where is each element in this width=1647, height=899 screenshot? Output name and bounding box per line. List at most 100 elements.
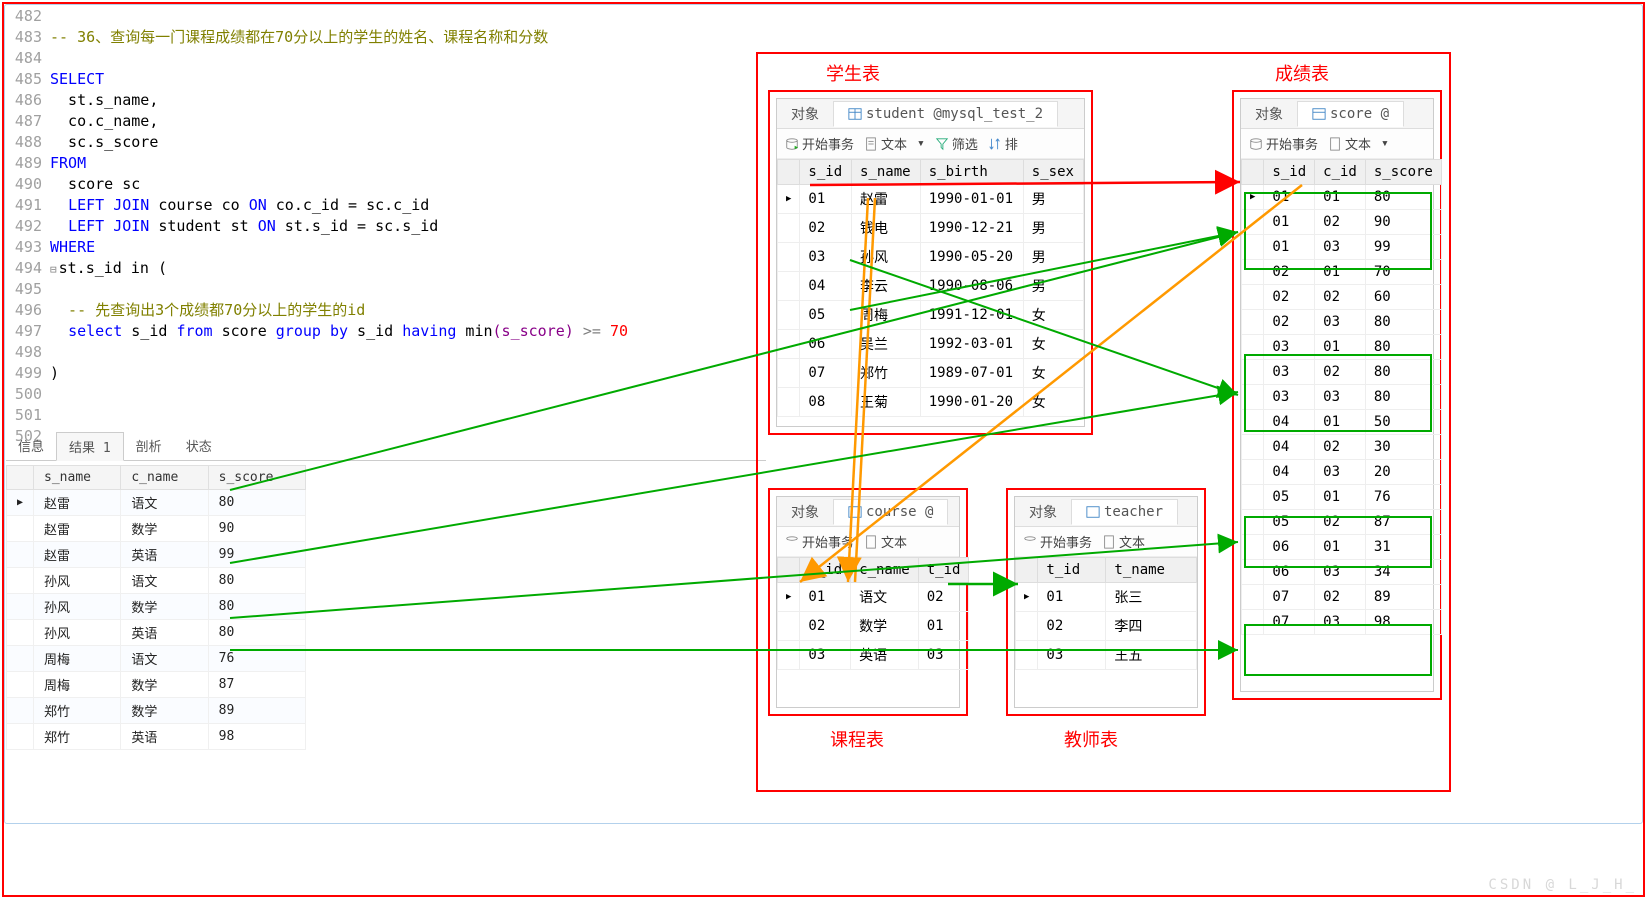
start-transaction-button[interactable]: 开始事务 <box>1023 532 1092 551</box>
doc-icon <box>864 535 878 549</box>
table-row[interactable]: 030280 <box>1242 360 1442 385</box>
panel-tab-student[interactable]: student @mysql_test_2 <box>833 101 1058 127</box>
tab-result1[interactable]: 结果 1 <box>56 432 124 461</box>
student-panel: 对象 student @mysql_test_2 开始事务 文本 ▾ 筛选 <box>776 98 1085 427</box>
table-row[interactable]: 05周梅1991-12-01女 <box>778 301 1084 330</box>
text-button[interactable]: 文本 <box>864 532 907 551</box>
panel-tab-objects[interactable]: 对象 <box>1015 498 1071 526</box>
sort-button[interactable]: 排 <box>988 134 1018 153</box>
text-button[interactable]: 文本 <box>1102 532 1145 551</box>
table-row[interactable]: 020170 <box>1242 260 1442 285</box>
score-data-table[interactable]: s_idc_ids_score▶010180010290010399020170… <box>1241 159 1442 635</box>
tab-profile[interactable]: 剖析 <box>124 432 174 460</box>
db-icon <box>1249 137 1263 151</box>
table-row[interactable]: 060334 <box>1242 560 1442 585</box>
table-icon <box>848 107 862 121</box>
doc-icon <box>864 137 878 151</box>
text-button[interactable]: 文本 <box>864 134 907 153</box>
watermark: CSDN @ L_J_H_ <box>1488 877 1637 893</box>
db-icon <box>785 535 799 549</box>
panel-tab-label: teacher <box>1104 504 1163 520</box>
table-row[interactable]: 06吴兰1992-03-01女 <box>778 330 1084 359</box>
filter-button[interactable]: 筛选 <box>935 134 978 153</box>
table-row[interactable]: 孙风语文80 <box>7 568 306 594</box>
course-panel: 对象 course @ 开始事务 文本 c_idc_namet_id▶01语文0… <box>776 496 960 708</box>
table-row[interactable]: ▶010180 <box>1242 185 1442 210</box>
panel-tab-score[interactable]: score @ <box>1297 101 1404 127</box>
table-row[interactable]: 郑竹英语98 <box>7 724 306 750</box>
table-row[interactable]: 04李云1990-08-06男 <box>778 272 1084 301</box>
table-row[interactable]: 赵雷英语99 <box>7 542 306 568</box>
table-row[interactable]: 02数学01 <box>778 612 969 641</box>
table-row[interactable]: 07郑竹1989-07-01女 <box>778 359 1084 388</box>
result-panel: 信息 结果 1 剖析 状态 s_namec_names_score▶赵雷语文80… <box>6 432 766 750</box>
table-row[interactable]: 050287 <box>1242 510 1442 535</box>
sql-code-editor[interactable]: 482483-- 36、查询每一门课程成绩都在70分以上的学生的姓名、课程名称和… <box>6 6 766 447</box>
table-row[interactable]: 孙风数学80 <box>7 594 306 620</box>
tab-info[interactable]: 信息 <box>6 432 56 460</box>
table-row[interactable]: 070289 <box>1242 585 1442 610</box>
panel-tab-label: course @ <box>866 504 933 520</box>
panel-tab-teacher[interactable]: teacher <box>1071 499 1178 525</box>
teacher-data-table[interactable]: t_idt_name▶01张三02李四03王五 <box>1015 557 1197 670</box>
label-course-table: 课程表 <box>830 726 884 752</box>
panel-tab-objects[interactable]: 对象 <box>1241 100 1297 128</box>
label-score-table: 成绩表 <box>1275 60 1329 86</box>
start-transaction-button[interactable]: 开始事务 <box>785 532 854 551</box>
table-row[interactable]: 郑竹数学89 <box>7 698 306 724</box>
table-row[interactable]: 孙风英语80 <box>7 620 306 646</box>
teacher-panel-box: 对象 teacher 开始事务 文本 t_idt_name▶01张三02李四03… <box>1006 488 1206 716</box>
start-transaction-button[interactable]: 开始事务 <box>785 134 854 153</box>
query-result-table[interactable]: s_namec_names_score▶赵雷语文80赵雷数学90赵雷英语99孙风… <box>6 465 306 750</box>
table-row[interactable]: 02李四 <box>1016 612 1197 641</box>
table-row[interactable]: 010290 <box>1242 210 1442 235</box>
panel-tab-course[interactable]: course @ <box>833 499 948 525</box>
score-panel-box: 对象 score @ 开始事务 文本 ▾ s_idc_ids_score▶010… <box>1232 90 1442 700</box>
result-tabs: 信息 结果 1 剖析 状态 <box>6 432 766 461</box>
label-student-table: 学生表 <box>826 60 880 86</box>
table-row[interactable]: 040230 <box>1242 435 1442 460</box>
table-row[interactable]: ▶01语文02 <box>778 583 969 612</box>
table-row[interactable]: 030180 <box>1242 335 1442 360</box>
panel-tab-objects[interactable]: 对象 <box>777 100 833 128</box>
table-row[interactable]: 030380 <box>1242 385 1442 410</box>
doc-icon <box>1328 137 1342 151</box>
course-data-table[interactable]: c_idc_namet_id▶01语文0202数学0103英语03 <box>777 557 969 670</box>
table-row[interactable]: 02钱电1990-12-21男 <box>778 214 1084 243</box>
table-row[interactable]: 03孙风1990-05-20男 <box>778 243 1084 272</box>
table-row[interactable]: 060131 <box>1242 535 1442 560</box>
label-teacher-table: 教师表 <box>1064 726 1118 752</box>
table-row[interactable]: 03王五 <box>1016 641 1197 670</box>
table-icon <box>1086 505 1100 519</box>
table-row[interactable]: 020260 <box>1242 285 1442 310</box>
table-row[interactable]: 周梅数学87 <box>7 672 306 698</box>
table-row[interactable]: 070398 <box>1242 610 1442 635</box>
table-row[interactable]: ▶01张三 <box>1016 583 1197 612</box>
teacher-panel: 对象 teacher 开始事务 文本 t_idt_name▶01张三02李四03… <box>1014 496 1198 708</box>
sort-icon <box>988 137 1002 151</box>
course-panel-box: 对象 course @ 开始事务 文本 c_idc_namet_id▶01语文0… <box>768 488 968 716</box>
table-row[interactable]: 010399 <box>1242 235 1442 260</box>
table-row[interactable]: 040150 <box>1242 410 1442 435</box>
table-row[interactable]: 020380 <box>1242 310 1442 335</box>
doc-icon <box>1102 535 1116 549</box>
table-row[interactable]: 08王菊1990-01-20女 <box>778 388 1084 417</box>
tab-status[interactable]: 状态 <box>174 432 224 460</box>
table-row[interactable]: 040320 <box>1242 460 1442 485</box>
score-panel: 对象 score @ 开始事务 文本 ▾ s_idc_ids_score▶010… <box>1240 98 1434 692</box>
table-row[interactable]: 赵雷数学90 <box>7 516 306 542</box>
table-row[interactable]: ▶赵雷语文80 <box>7 490 306 516</box>
table-row[interactable]: 03英语03 <box>778 641 969 670</box>
text-button[interactable]: 文本 <box>1328 134 1371 153</box>
student-data-table[interactable]: s_ids_names_births_sex▶01赵雷1990-01-01男02… <box>777 159 1084 417</box>
db-icon <box>785 137 799 151</box>
start-transaction-button[interactable]: 开始事务 <box>1249 134 1318 153</box>
student-panel-box: 对象 student @mysql_test_2 开始事务 文本 ▾ 筛选 <box>768 90 1093 435</box>
db-icon <box>1023 535 1037 549</box>
panel-tab-objects[interactable]: 对象 <box>777 498 833 526</box>
table-row[interactable]: ▶01赵雷1990-01-01男 <box>778 185 1084 214</box>
table-icon <box>848 505 862 519</box>
table-row[interactable]: 050176 <box>1242 485 1442 510</box>
table-row[interactable]: 周梅语文76 <box>7 646 306 672</box>
panel-tab-label: score @ <box>1330 106 1389 122</box>
